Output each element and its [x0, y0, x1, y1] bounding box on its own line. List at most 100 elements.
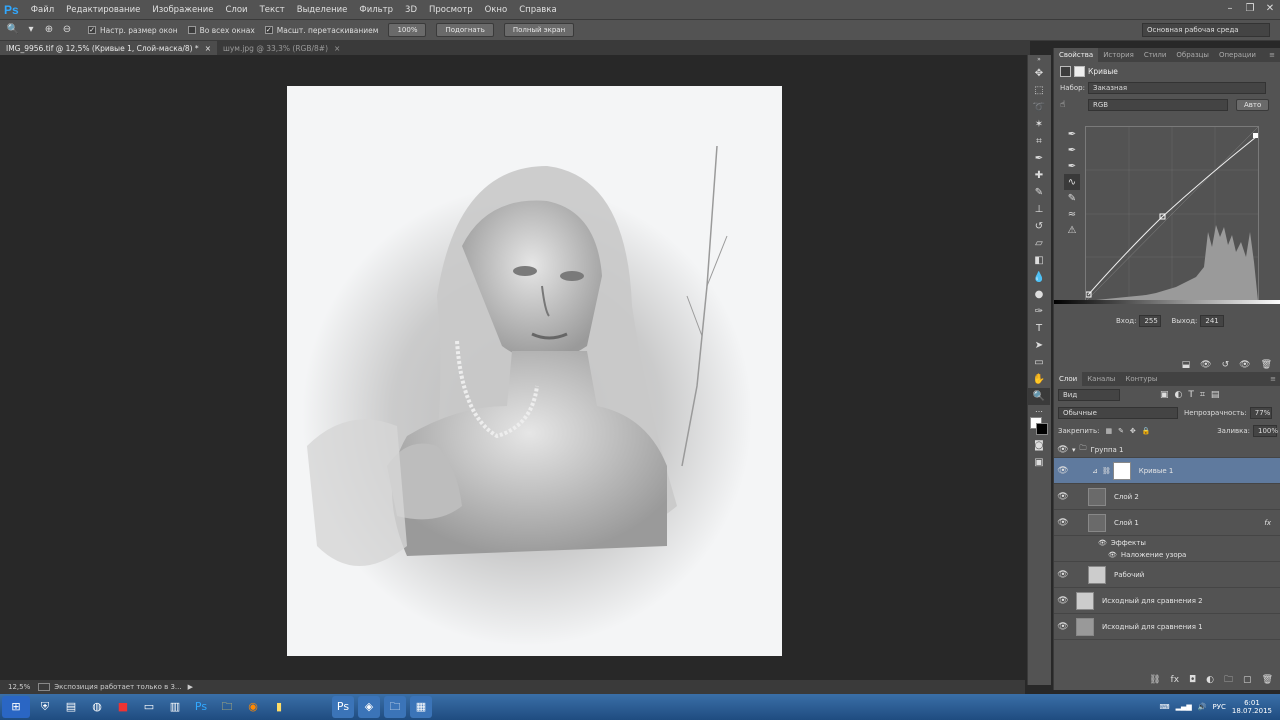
magic-wand-icon[interactable]: ✶ — [1028, 116, 1050, 133]
filter-type-icons[interactable]: ▣◐T⌗▤ — [1160, 390, 1225, 400]
taskbar-window-3-icon[interactable]: 🗀 — [384, 696, 406, 718]
doc-info-icon[interactable] — [38, 683, 51, 691]
menu-3d[interactable]: 3D — [399, 5, 423, 15]
tab-actions[interactable]: Операции — [1214, 48, 1261, 62]
layer-original-2[interactable]: 👁 Исходный для сравнения 2 — [1054, 588, 1280, 614]
firefox-app-icon[interactable]: ◉ — [242, 696, 264, 718]
dodge-tool-icon[interactable]: ● — [1028, 286, 1050, 303]
document-canvas[interactable] — [287, 86, 782, 656]
computer-app-icon[interactable]: ▭ — [138, 696, 160, 718]
photoshop-app-icon[interactable]: Ps — [190, 696, 212, 718]
move-tool-icon[interactable]: ✥ — [1028, 65, 1050, 82]
layer-curves[interactable]: 👁 ⊿ ⛓ Кривые 1 — [1054, 458, 1280, 484]
language-indicator[interactable]: РУС — [1213, 703, 1226, 711]
layer-thumbnail[interactable] — [1076, 591, 1094, 610]
taskbar-window-1-icon[interactable]: Ps — [332, 696, 354, 718]
path-selection-icon[interactable]: ➤ — [1028, 337, 1050, 354]
close-icon[interactable]: ✕ — [1260, 0, 1280, 18]
preset-select[interactable]: Заказная — [1088, 82, 1266, 94]
layer-working[interactable]: 👁 Рабочий — [1054, 562, 1280, 588]
effects-row[interactable]: 👁 Эффекты — [1054, 536, 1280, 549]
start-button-icon[interactable]: ⊞ — [2, 696, 30, 718]
output-field[interactable]: 241 — [1200, 315, 1225, 327]
chevron-down-icon[interactable]: ▾ — [1072, 446, 1076, 454]
workspace-select[interactable]: Основная рабочая среда — [1142, 23, 1270, 37]
fill-screen-button[interactable]: Полный экран — [503, 23, 575, 37]
eraser-tool-icon[interactable]: ▱ — [1028, 235, 1050, 252]
menu-edit[interactable]: Редактирование — [60, 5, 146, 15]
tab-channels[interactable]: Каналы — [1082, 372, 1120, 386]
zoom-tool-icon[interactable]: 🔍 — [1028, 388, 1050, 405]
eye-icon[interactable]: 👁 — [1054, 518, 1072, 528]
crop-tool-icon[interactable]: ⌗ — [1028, 133, 1050, 150]
brush-tool-icon[interactable]: ✎ — [1028, 184, 1050, 201]
more-tools-icon[interactable]: … — [1028, 405, 1050, 415]
security-app-icon[interactable]: ⛨ — [34, 696, 56, 718]
menu-select[interactable]: Выделение — [291, 5, 354, 15]
minimize-icon[interactable]: – — [1220, 0, 1240, 18]
blend-mode-select[interactable]: Обычные — [1058, 407, 1178, 419]
tab-styles[interactable]: Стили — [1139, 48, 1172, 62]
layer-2[interactable]: 👁 Слой 2 — [1054, 484, 1280, 510]
tab-layers[interactable]: Слои — [1054, 372, 1083, 386]
zoom-out-icon[interactable]: ⊖ — [60, 23, 74, 37]
menu-text[interactable]: Текст — [254, 5, 291, 15]
clip-to-layer-icon[interactable]: ⬓ — [1182, 360, 1191, 370]
eye-icon[interactable]: 👁 — [1054, 466, 1072, 476]
lock-icons[interactable]: ▦✎✥🔒 — [1105, 427, 1156, 435]
folder-app-icon[interactable]: 🗀 — [216, 696, 238, 718]
curves-plot[interactable] — [1085, 126, 1259, 302]
mask-thumbnail[interactable] — [1112, 461, 1131, 480]
gradient-tool-icon[interactable]: ◧ — [1028, 252, 1050, 269]
new-layer-icon[interactable]: ▢ — [1243, 675, 1252, 685]
layer-1[interactable]: 👁 Слой 1 fx — [1054, 510, 1280, 536]
resize-windows-checkbox[interactable]: ✓ Настр. размер окон — [88, 26, 178, 35]
scrubby-zoom-checkbox[interactable]: ✓ Масшт. перетаскиванием — [264, 26, 378, 35]
browser-app-icon[interactable]: ◍ — [86, 696, 108, 718]
link-layers-icon[interactable]: ⛓ — [1149, 675, 1160, 685]
eye-icon[interactable]: 👁 — [1098, 539, 1107, 547]
all-windows-checkbox[interactable]: Во всех окнах — [187, 26, 255, 35]
mask-icon[interactable] — [1074, 65, 1085, 77]
document-app-icon[interactable]: ▤ — [60, 696, 82, 718]
zoom-in-icon[interactable]: ⊕ — [42, 23, 56, 37]
clone-stamp-icon[interactable]: ⊥ — [1028, 201, 1050, 218]
volume-icon[interactable]: 🔊 — [1198, 703, 1207, 711]
lasso-tool-icon[interactable]: ➰ — [1028, 99, 1050, 116]
fill-field[interactable]: 100% — [1253, 425, 1278, 437]
clock[interactable]: 6:01 18.07.2015 — [1232, 699, 1272, 715]
panel-menu-icon[interactable]: ≡ — [1265, 372, 1280, 386]
eye-icon[interactable]: 👁 — [1054, 570, 1072, 580]
clipping-warning-icon[interactable]: ⚠ — [1064, 222, 1080, 238]
eyedropper-white-icon[interactable]: ✒ — [1064, 158, 1080, 174]
menu-image[interactable]: Изображение — [146, 5, 219, 15]
input-field[interactable]: 255 — [1139, 315, 1162, 327]
new-group-icon[interactable]: 🗀 — [1224, 672, 1233, 688]
layer-filter-select[interactable]: Вид — [1058, 389, 1120, 401]
tab-img-9956[interactable]: IMG_9956.tif @ 12,5% (Кривые 1, Слой-мас… — [0, 41, 217, 55]
fit-screen-button[interactable]: Подогнать — [436, 23, 494, 37]
menu-view[interactable]: Просмотр — [423, 5, 479, 15]
view-previous-icon[interactable]: 👁 — [1200, 360, 1211, 370]
menu-window[interactable]: Окно — [479, 5, 514, 15]
history-brush-icon[interactable]: ↺ — [1028, 218, 1050, 235]
add-mask-icon[interactable]: ◘ — [1189, 675, 1196, 685]
visibility-icon[interactable]: 👁 — [1239, 360, 1250, 370]
type-tool-icon[interactable]: T — [1028, 320, 1050, 337]
screen-mode-icon[interactable]: ▣ — [1028, 454, 1050, 471]
hand-adjust-icon[interactable]: ☝ — [1060, 100, 1088, 110]
layer-thumbnail[interactable] — [1088, 487, 1106, 506]
tab-swatches[interactable]: Образцы — [1171, 48, 1214, 62]
color-swatches[interactable] — [1028, 415, 1051, 437]
healing-brush-icon[interactable]: ✚ — [1028, 167, 1050, 184]
pen-tool-icon[interactable]: ✑ — [1028, 303, 1050, 320]
menu-help[interactable]: Справка — [513, 5, 562, 15]
pencil-curve-icon[interactable]: ✎ — [1064, 190, 1080, 206]
link-icon[interactable]: ⛓ — [1102, 467, 1111, 475]
eye-icon[interactable]: 👁 — [1054, 492, 1072, 502]
layer-thumbnail[interactable] — [1088, 513, 1106, 532]
trash-icon[interactable]: 🗑 — [1261, 360, 1272, 370]
eye-icon[interactable]: 👁 — [1108, 551, 1117, 559]
opacity-field[interactable]: 77% — [1249, 407, 1272, 419]
chevron-down-icon[interactable]: ▾ — [24, 23, 38, 37]
